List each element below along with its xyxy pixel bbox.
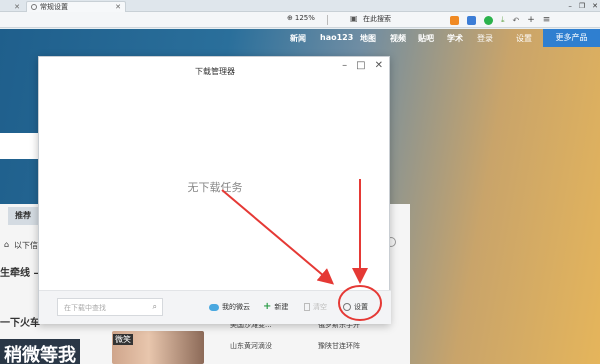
wechat-icon[interactable] — [484, 15, 493, 25]
download-search-input[interactable]: 在下载中查找 ⌕ — [57, 298, 163, 316]
address-search-placeholder[interactable]: 在此搜索 — [363, 14, 391, 24]
dialog-window-controls: – □ ✕ — [342, 60, 383, 71]
minimize-icon[interactable]: – — [342, 60, 347, 71]
search-placeholder: 在下载中查找 — [64, 304, 106, 312]
settings-button[interactable]: 设置 — [343, 302, 368, 312]
download-icon[interactable]: ⤓ — [501, 15, 505, 25]
menu-icon[interactable]: ≡ — [543, 15, 551, 25]
news-item[interactable]: 山东黄河滴没 — [230, 341, 272, 351]
search-bar-fragment — [0, 133, 40, 159]
my-cloud-label: 我的微云 — [222, 303, 250, 311]
my-cloud-button[interactable]: 我的微云 — [209, 302, 250, 312]
trash-icon — [304, 303, 310, 311]
settings-label: 设置 — [354, 303, 368, 311]
clear-button[interactable]: 清空 — [304, 302, 327, 312]
feed-text: 以下信 — [14, 241, 38, 250]
new-tab-icon[interactable]: + — [527, 15, 535, 25]
nav-tieba[interactable]: 贴吧 — [418, 33, 434, 44]
window-controls: – ❐ ✕ — [568, 0, 598, 12]
nav-academic[interactable]: 学术 — [447, 33, 463, 44]
close-tab-icon[interactable]: ✕ — [115, 3, 121, 11]
clear-label: 清空 — [313, 303, 327, 311]
feed-image-text[interactable]: 稍微等我 — [0, 339, 80, 364]
feed-headline[interactable]: 一下火车 — [0, 314, 40, 329]
home-icon: ⌂ — [4, 240, 10, 249]
search-engine-icon[interactable]: ▣ — [350, 14, 358, 23]
empty-state-message: 无下载任务 — [187, 181, 243, 194]
close-icon[interactable]: ✕ — [375, 60, 383, 71]
search-icon: ⌕ — [152, 302, 157, 311]
close-window-icon[interactable]: ✕ — [592, 2, 598, 10]
tab-settings[interactable]: 常规设置 ✕ — [26, 1, 126, 12]
restore-icon[interactable]: ❐ — [579, 2, 585, 10]
maximize-icon[interactable]: □ — [356, 60, 365, 71]
settings-tab-icon — [31, 4, 37, 10]
zoom-icon: ⊕ — [287, 14, 293, 22]
minimize-icon[interactable]: – — [568, 2, 572, 10]
nav-hao123[interactable]: hao123 — [320, 33, 353, 42]
nav-map[interactable]: 地图 — [360, 33, 376, 44]
site-nav: 新闻 hao123 地图 视频 贴吧 学术 登录 设置 更多产品 — [0, 29, 600, 47]
nav-news[interactable]: 新闻 — [290, 33, 306, 44]
toolbar-icons: ⤓ ↶ + ≡ — [450, 15, 550, 25]
photo-tag: 微笑 — [113, 334, 133, 345]
cloud-icon — [209, 303, 219, 311]
close-tab-icon[interactable]: ✕ — [14, 3, 20, 11]
settings-icon — [343, 303, 351, 311]
browser-toolbar: ⊕ 125% ▣ 在此搜索 ⤓ ↶ + ≡ — [0, 12, 600, 28]
nav-settings[interactable]: 设置 — [516, 33, 532, 44]
tab-recommend[interactable]: 推荐 — [8, 207, 38, 225]
zoom-level: 125% — [294, 14, 315, 22]
video-icon[interactable] — [450, 15, 459, 25]
tab-label: 常规设置 — [40, 3, 68, 11]
plus-icon: + — [263, 301, 272, 312]
toolbar-divider — [327, 15, 328, 25]
new-label: 新建 — [274, 303, 289, 311]
dialog-title: 下载管理器 — [195, 67, 235, 76]
more-products-button[interactable]: 更多产品 — [543, 29, 600, 47]
feed-headline[interactable]: 生牵线 — — [0, 264, 43, 279]
new-download-button[interactable]: + 新建 — [263, 302, 288, 312]
tab-previous[interactable]: ✕ — [0, 1, 24, 12]
tab-strip: ✕ 常规设置 ✕ – ❐ ✕ — [0, 0, 600, 12]
news-item[interactable]: 豫陕甘连环阵 — [318, 341, 360, 351]
nav-login[interactable]: 登录 — [477, 33, 493, 44]
undo-icon[interactable]: ↶ — [513, 16, 520, 25]
nav-video[interactable]: 视频 — [390, 33, 406, 44]
zoom-control[interactable]: ⊕ 125% — [287, 14, 315, 22]
download-manager-dialog: 下载管理器 – □ ✕ 无下载任务 在下载中查找 ⌕ 我的微云 + 新建 清空 … — [38, 56, 391, 324]
dialog-footer: 在下载中查找 ⌕ 我的微云 + 新建 清空 设置 — [39, 290, 391, 324]
bookmark-icon[interactable] — [467, 15, 476, 25]
